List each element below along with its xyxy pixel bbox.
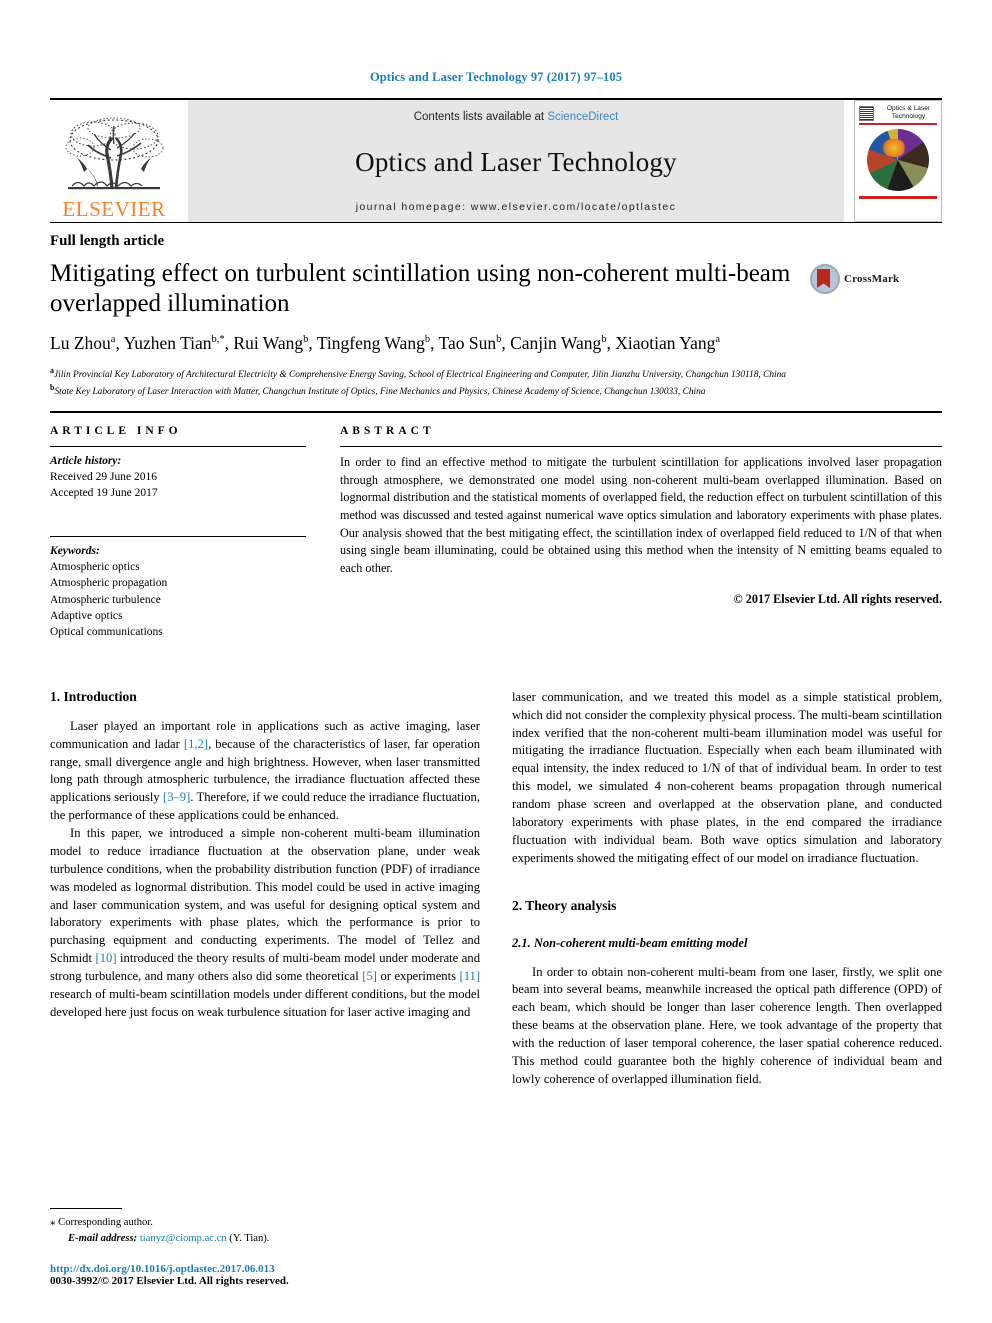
author-affiliation-marker: a bbox=[715, 334, 721, 346]
citation-ref-10[interactable]: [10] bbox=[96, 951, 117, 965]
author-name: Tingfeng Wang bbox=[316, 333, 425, 353]
abstract-heading: ABSTRACT bbox=[340, 424, 435, 437]
author-name: Rui Wang bbox=[233, 333, 304, 353]
author-name: Xiaotian Yang bbox=[615, 333, 716, 353]
author-name: Tao Sun bbox=[438, 333, 497, 353]
cover-title: Optics & Laser Technology bbox=[876, 105, 941, 121]
keywords-block: Keywords: Atmospheric optics Atmospheric … bbox=[50, 537, 306, 641]
author-name: Yuzhen Tian bbox=[123, 333, 212, 353]
doi-link[interactable]: http://dx.doi.org/10.1016/j.optlastec.20… bbox=[50, 1263, 480, 1275]
paper-page: Optics and Laser Technology 97 (2017) 97… bbox=[0, 0, 992, 1323]
cover-collage-image bbox=[867, 129, 929, 191]
journal-homepage-link[interactable]: journal homepage: www.elsevier.com/locat… bbox=[356, 201, 677, 213]
email-link[interactable]: tianyz@ciomp.ac.cn bbox=[140, 1233, 227, 1244]
intro-p2-part-c: or experiments bbox=[376, 969, 460, 984]
journal-banner: Contents lists available at ScienceDirec… bbox=[188, 100, 844, 222]
affiliation-item: bState Key Laboratory of Laser Interacti… bbox=[50, 382, 706, 397]
introduction-heading: 1. Introduction bbox=[50, 688, 137, 704]
cover-rule-bottom bbox=[859, 196, 937, 199]
issn-copyright-line: 0030-3992/© 2017 Elsevier Ltd. All right… bbox=[50, 1275, 289, 1287]
crossmark-icon bbox=[810, 264, 840, 294]
cover-title-line1: Optics & Laser bbox=[886, 105, 931, 112]
cover-header: Optics & Laser Technology bbox=[855, 105, 941, 121]
article-history-label: Article history: bbox=[50, 454, 122, 467]
history-items: Received 29 June 2016 Accepted 19 June 20… bbox=[50, 469, 306, 502]
intro-paragraph-2: In this paper, we introduced a simple no… bbox=[50, 825, 480, 1022]
corresponding-author-text: Corresponding author. bbox=[58, 1217, 153, 1229]
running-head: Optics and Laser Technology 97 (2017) 97… bbox=[369, 70, 623, 84]
elsevier-logo: ELSEVIER bbox=[50, 100, 178, 222]
title-row: Mitigating effect on turbulent scintilla… bbox=[50, 250, 942, 318]
page-title: Mitigating effect on turbulent scintilla… bbox=[50, 260, 791, 317]
doi-block: http://dx.doi.org/10.1016/j.optlastec.20… bbox=[50, 1263, 480, 1287]
citation-ref-1-2[interactable]: [1,2] bbox=[184, 737, 208, 751]
intro-continued-paragraph: laser communication, and we treated this… bbox=[512, 689, 942, 865]
keyword-item: Optical communications bbox=[50, 626, 163, 639]
keyword-item: Atmospheric optics bbox=[50, 561, 140, 574]
citation-ref-5[interactable]: [5] bbox=[362, 969, 377, 983]
body-columns: 1. Introduction Laser played an importan… bbox=[50, 689, 942, 1089]
cover-title-line2: Technology bbox=[891, 113, 926, 120]
crossmark-badge[interactable]: CrossMark bbox=[810, 264, 899, 294]
abstract-text: In order to find an effective method to … bbox=[340, 454, 942, 575]
elsevier-wordmark: ELSEVIER bbox=[62, 197, 166, 221]
right-column: laser communication, and we treated this… bbox=[512, 689, 942, 1089]
sciencedirect-link[interactable]: ScienceDirect bbox=[547, 111, 618, 123]
corresponding-author-line: ⁎ Corresponding author. bbox=[50, 1214, 480, 1231]
keyword-item: Atmospheric propagation bbox=[50, 577, 168, 590]
author-affiliation-marker: b,* bbox=[211, 334, 225, 346]
theory-paragraph-1: In order to obtain non-coherent multi-be… bbox=[512, 964, 942, 1086]
email-suffix: (Y. Tian). bbox=[229, 1233, 270, 1245]
author-affiliation-marker: b bbox=[424, 334, 431, 346]
author-list: Lu Zhoua, Yuzhen Tianb,*, Rui Wangb, Tin… bbox=[50, 333, 721, 353]
author-affiliation-marker: b bbox=[496, 334, 502, 346]
author-affiliation-marker: a bbox=[110, 334, 116, 346]
intro-p2-part-d: research of multi-beam scintillation mod… bbox=[50, 986, 480, 1019]
contents-available-line: Contents lists available at ScienceDirec… bbox=[414, 111, 619, 123]
author-name: Lu Zhou bbox=[50, 333, 111, 353]
keywords-label: Keywords: bbox=[50, 544, 100, 557]
author-affiliation-marker: b bbox=[303, 334, 309, 346]
email-line: E-mail address: tianyz@ciomp.ac.cn (Y. T… bbox=[50, 1231, 480, 1247]
cover-rule-top bbox=[859, 123, 937, 125]
theory-heading: 2. Theory analysis bbox=[512, 897, 617, 913]
corresponding-marker: ⁎ bbox=[50, 1216, 56, 1229]
article-type: Full length article bbox=[50, 222, 942, 250]
info-abstract-block: ARTICLE INFO Article history: Received 2… bbox=[50, 410, 942, 641]
elsevier-tree-icon bbox=[65, 117, 164, 190]
history-item: Accepted 19 June 2017 bbox=[50, 487, 158, 500]
intro-p2-part-a: In this paper, we introduced a simple no… bbox=[50, 826, 480, 966]
crossmark-label: CrossMark bbox=[844, 273, 900, 285]
affiliation-item: aJilin Provincial Key Laboratory of Arch… bbox=[50, 365, 786, 380]
history-item: Received 29 June 2016 bbox=[50, 471, 157, 484]
intro-paragraph-1: Laser played an important role in applic… bbox=[50, 718, 480, 825]
journal-masthead: ELSEVIER Contents lists available at Sci… bbox=[50, 98, 942, 222]
affiliation-list: aJilin Provincial Key Laboratory of Arch… bbox=[50, 365, 942, 399]
page-footer: ⁎ Corresponding author. E-mail address: … bbox=[50, 1208, 480, 1287]
author-name: Canjin Wang bbox=[510, 333, 602, 353]
article-history: Article history: Received 29 June 2016 Ac… bbox=[50, 447, 306, 502]
journal-title: Optics and Laser Technology bbox=[355, 146, 677, 177]
citation-ref-11[interactable]: [11] bbox=[460, 969, 481, 983]
copyright-line: © 2017 Elsevier Ltd. All rights reserved… bbox=[733, 591, 942, 606]
contents-prefix: Contents lists available at bbox=[413, 111, 548, 123]
keyword-items: Atmospheric optics Atmospheric propagatio… bbox=[50, 559, 306, 641]
theory-subheading: 2.1. Non-coherent multi-beam emitting mo… bbox=[512, 935, 748, 950]
footnote-rule bbox=[50, 1208, 122, 1210]
keyword-item: Atmospheric turbulence bbox=[50, 593, 161, 606]
author-affiliation-marker: b bbox=[601, 334, 607, 346]
barcode-icon bbox=[859, 105, 874, 121]
email-label: E-mail address: bbox=[68, 1233, 138, 1245]
abstract-column: ABSTRACT In order to find an effective m… bbox=[340, 425, 942, 641]
left-column: 1. Introduction Laser played an importan… bbox=[50, 689, 480, 1089]
article-info-heading: ARTICLE INFO bbox=[50, 424, 182, 437]
article-info-column: ARTICLE INFO Article history: Received 2… bbox=[50, 425, 306, 641]
citation-ref-3-9[interactable]: [3–9] bbox=[163, 790, 190, 804]
keyword-item: Adaptive optics bbox=[50, 610, 123, 623]
journal-cover-thumbnail: Optics & Laser Technology bbox=[854, 100, 942, 222]
